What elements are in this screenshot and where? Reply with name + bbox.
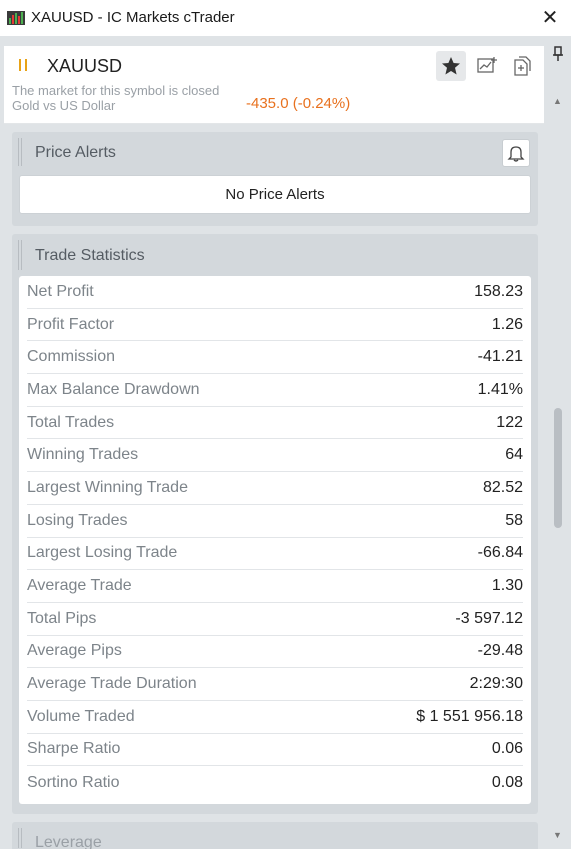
close-button[interactable]: ✕	[538, 6, 562, 30]
drag-handle[interactable]	[18, 828, 22, 848]
stat-label: Losing Trades	[27, 511, 128, 529]
scroll-up-arrow-icon[interactable]: ▲	[553, 96, 562, 106]
stat-value: -41.21	[477, 348, 523, 366]
stat-row: Largest Winning Trade 82.52	[27, 472, 523, 505]
drag-handle[interactable]	[18, 138, 22, 166]
stat-value: 1.26	[491, 315, 523, 333]
stat-label: Largest Losing Trade	[27, 544, 178, 562]
stat-row: Profit Factor 1.26	[27, 309, 523, 342]
bell-icon	[507, 146, 525, 162]
stat-value: -29.48	[477, 642, 523, 660]
stat-label: Profit Factor	[27, 315, 115, 333]
stat-value: 0.08	[491, 773, 523, 791]
pause-icon	[19, 59, 27, 71]
stat-row: Sharpe Ratio 0.06	[27, 734, 523, 767]
stat-label: Average Trade	[27, 577, 132, 595]
stat-label: Average Pips	[27, 642, 122, 660]
stat-value: 0.06	[491, 740, 523, 758]
stat-value: -66.84	[477, 544, 523, 562]
add-chart-icon[interactable]	[476, 55, 498, 77]
scroll-thumb[interactable]	[554, 408, 562, 528]
pin-icon[interactable]	[551, 46, 565, 62]
stat-value: 158.23	[474, 282, 523, 300]
stat-label: Sortino Ratio	[27, 773, 120, 791]
add-price-alert-button[interactable]	[502, 139, 530, 167]
stat-row: Average Pips -29.48	[27, 636, 523, 669]
no-price-alerts-message: No Price Alerts	[19, 175, 531, 214]
title-bar: XAUUSD - IC Markets cTrader ✕	[0, 0, 571, 36]
price-change: -435.0 (-0.24%)	[246, 95, 351, 112]
stat-value: 2:29:30	[469, 675, 523, 693]
star-icon	[442, 57, 460, 75]
symbol-description: Gold vs US Dollar	[12, 98, 116, 113]
market-status-text: The market for this symbol is closed	[12, 83, 220, 98]
stat-label: Total Pips	[27, 609, 97, 627]
drag-handle[interactable]	[18, 240, 22, 270]
stat-label: Total Trades	[27, 413, 115, 431]
favorite-button[interactable]	[436, 51, 466, 81]
stat-row: Net Profit 158.23	[27, 276, 523, 309]
stat-label: Commission	[27, 348, 116, 366]
stat-label: Max Balance Drawdown	[27, 380, 200, 398]
stat-label: Sharpe Ratio	[27, 740, 121, 758]
stat-value: 82.52	[482, 478, 523, 496]
stat-row: Volume Traded $ 1 551 956.18	[27, 701, 523, 734]
stat-row: Max Balance Drawdown 1.41%	[27, 374, 523, 407]
stat-row: Commission -41.21	[27, 341, 523, 375]
stat-row: Total Pips -3 597.12	[27, 603, 523, 636]
stat-row: Total Trades 122	[27, 407, 523, 440]
stat-row: Average Trade 1.30	[27, 570, 523, 603]
stat-value: -3 597.12	[455, 609, 523, 627]
stat-label: Volume Traded	[27, 707, 135, 725]
stat-value: 1.41%	[477, 380, 523, 398]
stat-label: Largest Winning Trade	[27, 478, 188, 496]
stat-label: Winning Trades	[27, 446, 139, 464]
stat-value: 1.30	[491, 577, 523, 595]
ctrader-app-icon	[7, 11, 25, 25]
stat-row: Largest Losing Trade -66.84	[27, 538, 523, 571]
stat-row: Average Trade Duration 2:29:30	[27, 668, 523, 701]
leverage-title: Leverage	[35, 834, 102, 849]
price-alerts-title: Price Alerts	[35, 144, 116, 161]
window-title: XAUUSD - IC Markets cTrader	[31, 9, 235, 26]
scroll-down-arrow-icon[interactable]: ▼	[553, 830, 562, 840]
symbol-name: XAUUSD	[47, 56, 123, 76]
detach-window-icon[interactable]	[511, 54, 533, 78]
trade-statistics-title: Trade Statistics	[35, 247, 145, 264]
stat-row: Sortino Ratio 0.08	[27, 766, 523, 799]
stat-value: 58	[505, 511, 523, 529]
stat-value: $ 1 551 956.18	[416, 707, 523, 725]
stat-value: 122	[496, 413, 523, 431]
stat-label: Net Profit	[27, 282, 94, 300]
stat-row: Winning Trades 64	[27, 439, 523, 473]
stat-value: 64	[505, 446, 523, 464]
stat-label: Average Trade Duration	[27, 675, 197, 693]
stat-row: Losing Trades 58	[27, 505, 523, 538]
trade-statistics-table: Net Profit 158.23 Profit Factor 1.26 Commi…	[19, 276, 531, 804]
